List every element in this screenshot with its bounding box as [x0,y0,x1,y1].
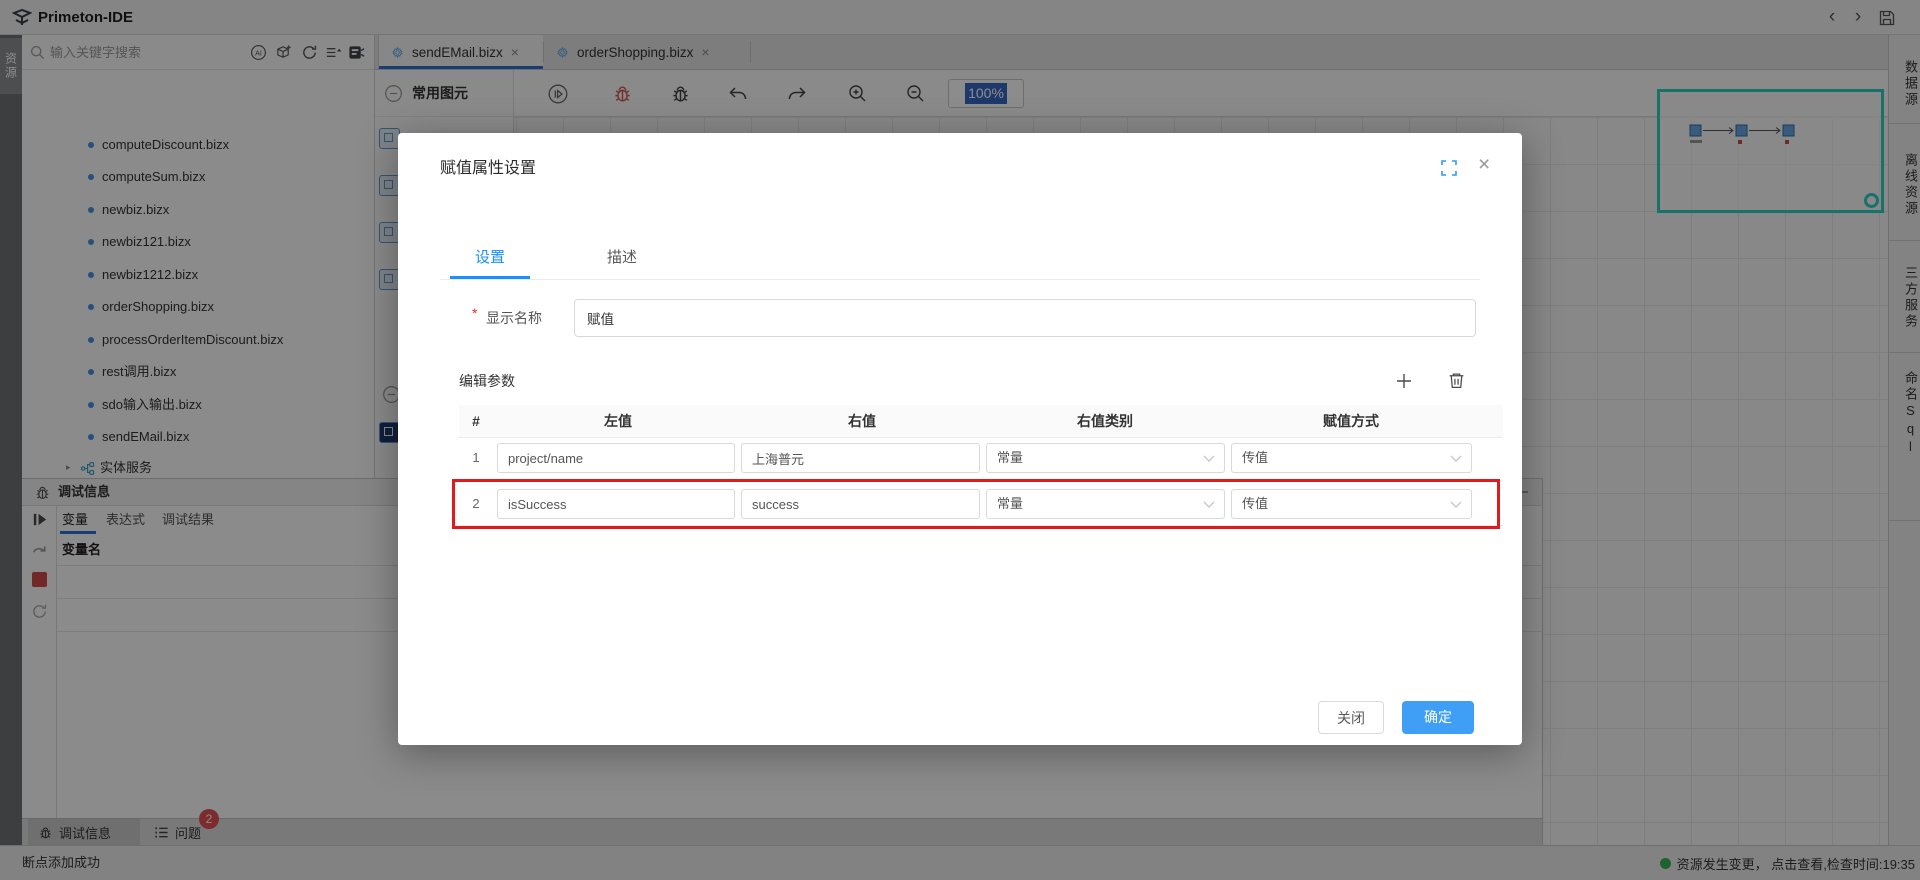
col-header-right-type: 右值类别 [1077,405,1133,437]
table-divider [459,437,1503,438]
dialog-title: 赋值属性设置 [440,154,536,178]
add-row-icon[interactable] [1394,371,1414,391]
delete-row-icon[interactable] [1447,371,1466,390]
dialog-tab-description[interactable]: 描述 [596,242,648,274]
col-header-left-value: 左值 [604,405,632,437]
assign-mode-select[interactable]: 传值 [1231,443,1472,473]
col-header-right-value: 右值 [848,405,876,437]
left-value-input[interactable] [497,443,735,473]
ok-button[interactable]: 确定 [1402,701,1474,734]
chevron-down-icon [1450,455,1462,462]
annotation-highlight-row [452,479,1500,529]
display-name-label: 显示名称 [486,299,542,337]
required-mark: * [472,305,477,321]
close-button[interactable]: 关闭 [1318,701,1384,734]
assignment-properties-dialog: 赋值属性设置 × 设置 描述 * 显示名称 编辑参数 # 左值 右值 右值类别 … [398,133,1522,745]
edit-params-label: 编辑参数 [459,371,515,391]
row-index: 1 [472,443,479,473]
fullscreen-icon[interactable] [1440,159,1458,177]
display-name-input[interactable] [574,299,1476,337]
close-dialog-icon[interactable]: × [1478,152,1490,178]
table-header-row: # 左值 右值 右值类别 赋值方式 [459,405,1503,437]
col-header-assign-mode: 赋值方式 [1323,405,1379,437]
tab-divider [440,279,1480,280]
right-type-select[interactable]: 常量 [986,443,1225,473]
right-value-input[interactable] [741,443,980,473]
dialog-tab-settings[interactable]: 设置 [450,242,530,274]
col-header-index: # [472,405,480,437]
chevron-down-icon [1203,455,1215,462]
screen: Primeton-IDE ‹ › 资源 输入关键字搜索 AI [0,0,1920,880]
